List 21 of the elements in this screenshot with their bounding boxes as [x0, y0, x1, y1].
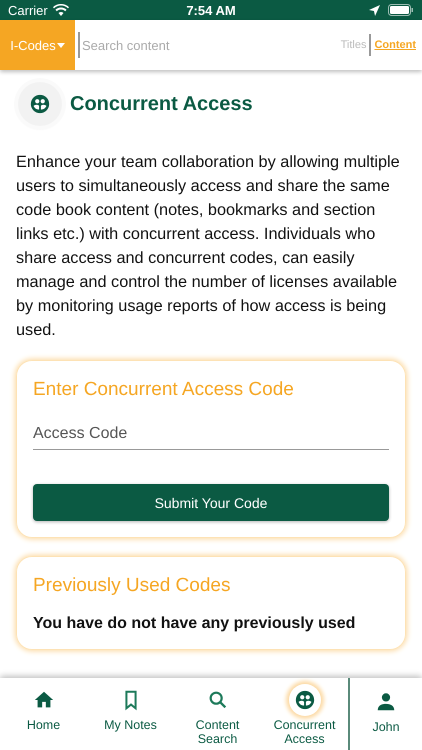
location-icon — [369, 4, 380, 16]
clock: 7:54 AM — [186, 2, 236, 18]
card-title: Enter Concurrent Access Code — [33, 379, 295, 401]
page-title: Concurrent Access — [70, 92, 253, 116]
battery-icon — [388, 4, 414, 16]
group-icon — [29, 93, 51, 115]
tab-bar-item[interactable]: John — [350, 678, 422, 750]
submit-button[interactable]: Submit Your Code — [33, 484, 389, 521]
tab-bar-item[interactable]: Home — [0, 678, 87, 750]
person-icon — [375, 691, 397, 713]
wifi-icon — [52, 4, 69, 16]
tab-bar-item[interactable]: Concurrent Access — [261, 678, 348, 750]
group-icon — [294, 689, 316, 711]
tab-bar-item[interactable]: Content Search — [174, 678, 261, 750]
caret-icon — [56, 42, 65, 48]
tab-bar-item[interactable]: My Notes — [87, 678, 174, 750]
search-icon — [206, 689, 228, 711]
card-title: Previously Used Codes — [33, 575, 232, 597]
description: Enhance your team collaboration by allowing multiple users to simultaneously access and share the same code book content (notes, bookmarks and section links etc.) with concurrent access. Individuals who share access and concurrent codes, can easily manage and control the number of licenses available by monitoring usage reports of how access is being used. — [16, 152, 401, 341]
empty-message: You have do not have any previously used — [33, 615, 356, 633]
carrier-label: Carrier — [8, 2, 48, 18]
